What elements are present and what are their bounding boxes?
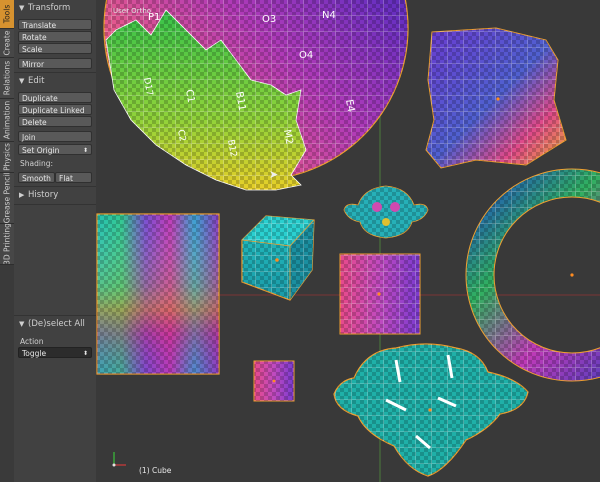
history-panel-header[interactable]: ▶ History	[14, 189, 96, 203]
tab-tools[interactable]: Tools	[0, 0, 14, 29]
uv-label: C1	[183, 89, 196, 104]
panel-title: (De)select All	[28, 319, 85, 329]
tab-animation[interactable]: Animation	[0, 99, 14, 142]
rotate-button[interactable]: Rotate	[18, 31, 92, 42]
mouse-cursor-icon: ➤	[269, 168, 279, 181]
uv-label: N4	[322, 10, 336, 21]
dropdown-label: Set Origin	[22, 146, 60, 155]
operator-panel-header[interactable]: ▼ (De)select All	[14, 318, 96, 332]
uv-label: C2	[175, 129, 187, 143]
delete-button[interactable]: Delete	[18, 116, 92, 127]
tab-grease-pencil[interactable]: Grease Pencil	[0, 173, 14, 224]
action-label: Action	[20, 337, 44, 346]
tab-create[interactable]: Create	[0, 29, 14, 58]
smooth-button[interactable]: Smooth	[18, 172, 55, 183]
transform-panel-header[interactable]: ▼ Transform	[14, 2, 96, 16]
duplicate-linked-button[interactable]: Duplicate Linked	[18, 104, 92, 115]
small-plane[interactable]	[253, 360, 295, 402]
divider	[14, 315, 96, 316]
panel-title: Transform	[28, 3, 71, 13]
uv-label: E4	[343, 99, 356, 113]
shading-label: Shading:	[20, 159, 53, 168]
uv-label: O3	[262, 14, 276, 25]
uv-sphere[interactable]: P1 O3 N4 O4 D17 C1 B11 B12 C2 M2 E4	[103, 0, 409, 191]
flat-button[interactable]: Flat	[55, 172, 92, 183]
collapse-arrow-icon: ▼	[19, 4, 25, 12]
dropdown-arrow-icon: ⬍	[82, 350, 88, 357]
toolshelf-tabs: Tools Create Relations Animation Physics…	[0, 0, 15, 482]
tab-relations[interactable]: Relations	[0, 58, 14, 99]
torus[interactable]	[465, 168, 600, 382]
set-origin-dropdown[interactable]: Set Origin ⬍	[18, 144, 92, 155]
crumpled-plane[interactable]	[425, 27, 567, 169]
expand-arrow-icon: ▶	[19, 191, 25, 199]
3d-viewport[interactable]: P1 O3 N4 O4 D17 C1 B11 B12 C2 M2 E4 User…	[96, 0, 600, 482]
divider	[14, 204, 96, 205]
pink-plane[interactable]	[339, 253, 421, 335]
action-dropdown[interactable]: Toggle ⬍	[18, 347, 92, 358]
collapse-arrow-icon: ▼	[19, 320, 25, 328]
scale-button[interactable]: Scale	[18, 43, 92, 54]
tool-shelf: ▼ Transform Translate Rotate Scale Mirro…	[14, 0, 97, 482]
dropdown-label: Toggle	[22, 349, 47, 358]
view-name-label: User Ortho	[113, 7, 152, 15]
tab-physics[interactable]: Physics	[0, 142, 14, 173]
blender-window: Tools Create Relations Animation Physics…	[0, 0, 600, 482]
join-button[interactable]: Join	[18, 131, 92, 142]
mirror-button[interactable]: Mirror	[18, 58, 92, 69]
tab-3d-printing[interactable]: 3D Printing	[0, 224, 14, 265]
collapse-arrow-icon: ▼	[19, 77, 25, 85]
rainbow-plane[interactable]	[96, 213, 220, 375]
panel-title: Edit	[28, 76, 45, 86]
monkey-head[interactable]	[333, 343, 529, 477]
viewport-canvas: P1 O3 N4 O4 D17 C1 B11 B12 C2 M2 E4	[96, 0, 600, 482]
axis-gizmo	[112, 452, 126, 467]
active-object-label: (1) Cube	[139, 466, 172, 475]
cube[interactable]	[241, 215, 315, 301]
small-monkey[interactable]	[343, 185, 429, 239]
dropdown-arrow-icon: ⬍	[82, 147, 88, 154]
edit-panel-header[interactable]: ▼ Edit	[14, 75, 96, 89]
duplicate-button[interactable]: Duplicate	[18, 92, 92, 103]
divider	[14, 186, 96, 187]
translate-button[interactable]: Translate	[18, 19, 92, 30]
divider	[14, 72, 96, 73]
panel-title: History	[28, 190, 59, 200]
uv-label: O4	[299, 50, 313, 61]
